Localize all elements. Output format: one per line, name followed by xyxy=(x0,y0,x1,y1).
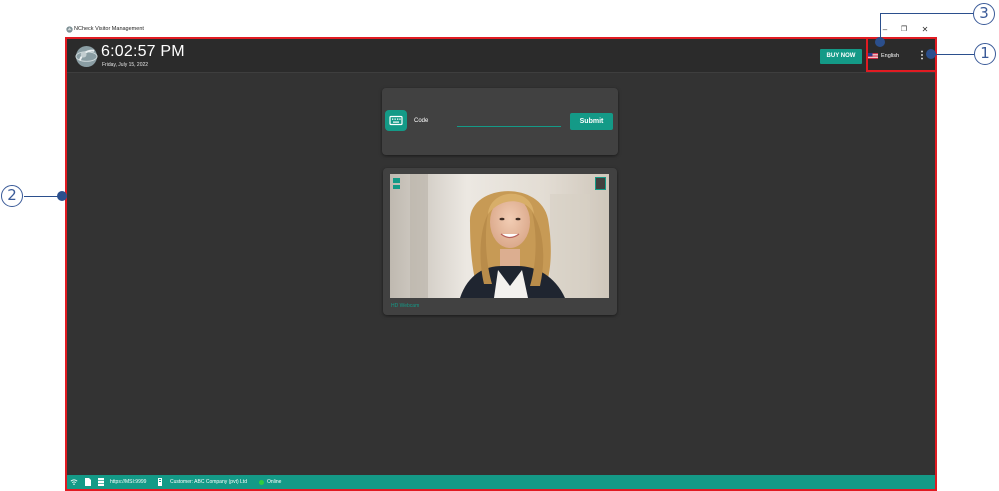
screenshot-stage: NCheck Visitor Management – ❐ ✕ 6:02:57 … xyxy=(0,0,999,491)
callout-2: 2 xyxy=(1,185,23,207)
callout-3: 3 xyxy=(973,3,995,25)
callout-3-dot xyxy=(875,37,885,47)
callout-3-leader-h xyxy=(880,13,976,14)
callout-2-dot xyxy=(57,191,67,201)
callout-1-dot xyxy=(926,49,936,59)
app-icon xyxy=(66,26,73,33)
callout-1-leader xyxy=(932,54,974,55)
highlight-main-area xyxy=(65,37,937,491)
window-title: NCheck Visitor Management xyxy=(74,26,144,32)
restore-button[interactable]: ❐ xyxy=(896,24,912,36)
callout-1: 1 xyxy=(974,43,996,65)
title-bar[interactable]: NCheck Visitor Management – ❐ ✕ xyxy=(63,23,937,37)
close-button[interactable]: ✕ xyxy=(917,24,933,36)
